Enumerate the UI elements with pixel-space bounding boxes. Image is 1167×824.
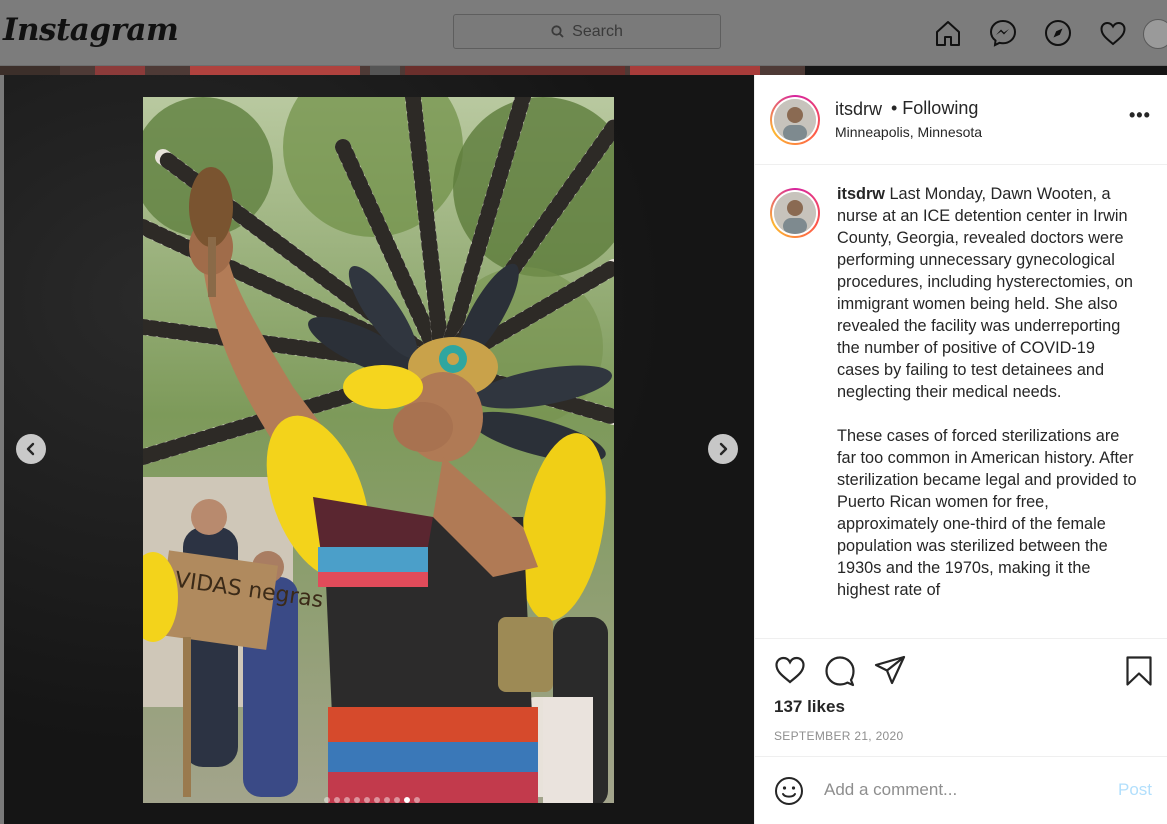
messenger-icon[interactable]	[975, 17, 1030, 49]
carousel-dot	[344, 797, 350, 803]
post-caption: itsdrw Last Monday, Dawn Wooten, a nurse…	[837, 183, 1139, 623]
carousel-dot	[404, 797, 410, 803]
caption-text-1: Last Monday, Dawn Wooten, a nurse at an …	[837, 185, 1133, 401]
post-media-viewer: VIDAS negras importan	[4, 75, 754, 824]
comment-box: Add a comment... Post	[755, 756, 1167, 824]
bookmark-icon	[1126, 656, 1152, 686]
carousel-dot	[364, 797, 370, 803]
share-button[interactable]	[874, 655, 906, 690]
comment-button[interactable]	[824, 655, 856, 692]
post-date[interactable]: SEPTEMBER 21, 2020	[774, 729, 903, 743]
caption-avatar	[774, 192, 816, 234]
search-box[interactable]: Search	[453, 14, 721, 49]
caption-scroll-area[interactable]: itsdrw Last Monday, Dawn Wooten, a nurse…	[755, 166, 1167, 638]
author-username[interactable]: itsdrw	[835, 99, 882, 120]
next-photo-button[interactable]	[708, 434, 738, 464]
post-side-panel: itsdrw • Following Minneapolis, Minnesot…	[754, 75, 1167, 824]
post-photo[interactable]: VIDAS negras importan	[143, 97, 614, 803]
carousel-dot	[384, 797, 390, 803]
post-comment-button[interactable]: Post	[1118, 780, 1152, 800]
author-avatar	[774, 99, 816, 141]
carousel-dot	[334, 797, 340, 803]
carousel-dot	[414, 797, 420, 803]
carousel-dot	[374, 797, 380, 803]
carousel-dot	[394, 797, 400, 803]
send-icon	[874, 655, 906, 685]
chevron-right-icon	[719, 442, 728, 456]
post-header: itsdrw • Following Minneapolis, Minnesot…	[755, 75, 1167, 165]
top-nav-bar: Instagram Search	[0, 0, 1167, 66]
post-actions: 137 likes SEPTEMBER 21, 2020	[755, 638, 1167, 756]
heart-icon[interactable]	[1085, 17, 1140, 49]
comment-icon	[825, 656, 855, 687]
following-status[interactable]: • Following	[891, 98, 978, 119]
carousel-dots	[324, 797, 420, 803]
comment-input[interactable]: Add a comment...	[824, 780, 957, 800]
carousel-dot	[324, 797, 330, 803]
emoji-button[interactable]	[774, 776, 804, 811]
caption-username[interactable]: itsdrw	[837, 185, 885, 203]
caption-avatar-ring[interactable]	[770, 188, 820, 238]
prev-photo-button[interactable]	[16, 434, 46, 464]
chevron-left-icon	[26, 442, 35, 456]
like-button[interactable]	[774, 655, 806, 690]
feed-background-strip	[0, 66, 1167, 75]
author-avatar-ring[interactable]	[770, 95, 820, 145]
more-options-button[interactable]: •••	[1129, 105, 1151, 126]
smiley-icon	[775, 777, 803, 805]
search-icon	[551, 25, 564, 38]
heart-icon	[775, 656, 805, 684]
carousel-dot	[354, 797, 360, 803]
explore-icon[interactable]	[1030, 17, 1085, 49]
save-button[interactable]	[1125, 655, 1153, 692]
instagram-logo[interactable]: Instagram	[3, 12, 179, 48]
profile-avatar[interactable]	[1143, 19, 1167, 49]
nav-icons	[920, 17, 1140, 49]
likes-count[interactable]: 137 likes	[774, 697, 845, 717]
caption-paragraph: itsdrw Last Monday, Dawn Wooten, a nurse…	[837, 183, 1139, 403]
caption-text-2: These cases of forced sterilizations are…	[837, 427, 1137, 599]
search-placeholder: Search	[572, 22, 623, 40]
post-location[interactable]: Minneapolis, Minnesota	[835, 124, 982, 140]
home-icon[interactable]	[920, 17, 975, 49]
